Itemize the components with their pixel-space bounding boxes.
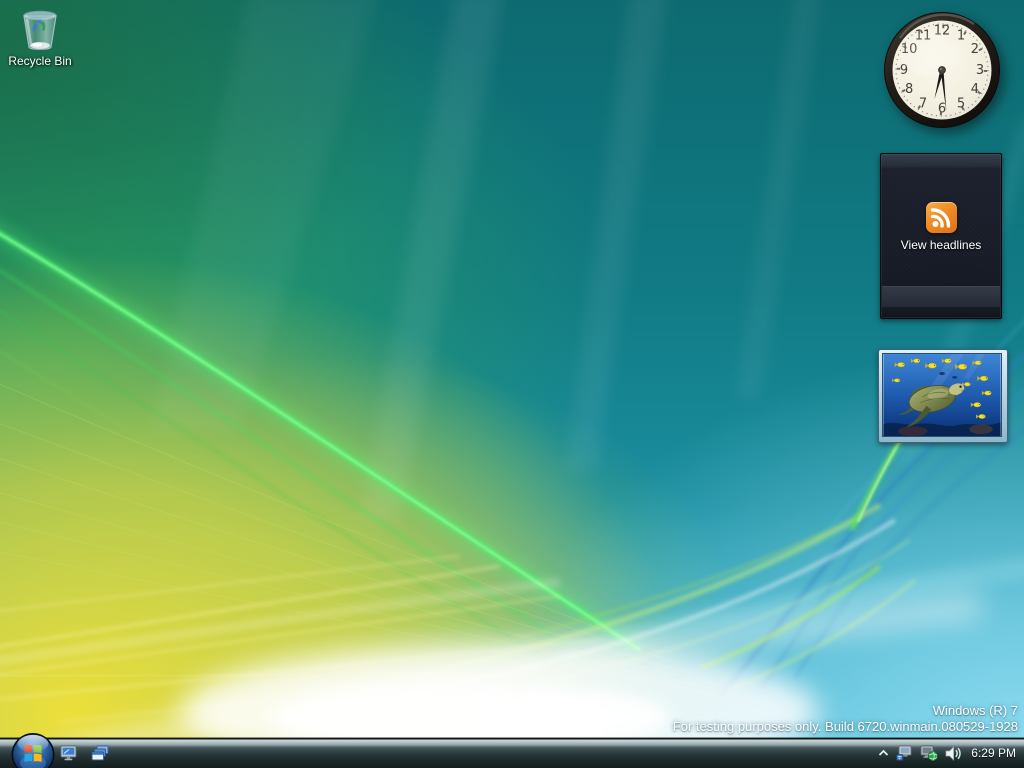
show-desktop-button[interactable] <box>58 742 80 764</box>
switch-windows-icon <box>91 745 109 761</box>
watermark-line1: Windows (R) 7 <box>932 703 1018 718</box>
tray-volume-button[interactable] <box>945 745 962 761</box>
svg-text:2: 2 <box>971 42 979 57</box>
wallpaper-aurora <box>0 0 1024 768</box>
svg-text:6: 6 <box>938 102 946 117</box>
svg-text:5: 5 <box>957 97 965 112</box>
rss-icon <box>926 202 957 233</box>
feed-gadget-label[interactable]: View headlines <box>881 238 1001 252</box>
volume-speaker-icon <box>945 745 961 761</box>
show-desktop-icon <box>60 745 77 760</box>
switch-windows-button[interactable] <box>89 742 111 764</box>
recycle-bin-icon <box>23 10 57 50</box>
windows-orb-icon <box>11 733 55 768</box>
svg-text:4: 4 <box>971 82 979 97</box>
watermark-line2: For testing purposes only. Build 6720.wi… <box>672 719 1018 734</box>
tray-network-button[interactable] <box>920 745 939 761</box>
tray-device-button[interactable] <box>896 745 913 761</box>
desktop-icon-label: Recycle Bin <box>8 54 72 68</box>
analog-clock-icon: 12 1 2 3 4 5 6 7 8 9 10 11 <box>884 12 1000 128</box>
network-globe-icon <box>920 745 939 761</box>
start-button[interactable] <box>10 733 56 768</box>
computer-device-icon <box>896 745 912 761</box>
svg-text:7: 7 <box>919 97 927 112</box>
gadget-footer-bar <box>882 286 1000 307</box>
quick-launch-area <box>58 742 111 764</box>
slideshow-photo-sea-turtle <box>882 353 1002 437</box>
desktop[interactable]: Recycle Bin 12 1 2 3 4 5 6 7 8 9 10 11 V… <box>0 0 1024 768</box>
taskbar-clock[interactable]: 6:29 PM <box>969 746 1016 760</box>
svg-text:8: 8 <box>905 82 913 97</box>
tray-expand-button[interactable] <box>878 749 889 757</box>
svg-text:1: 1 <box>957 29 965 44</box>
system-tray: 6:29 PM <box>878 738 1024 768</box>
svg-text:3: 3 <box>976 63 984 78</box>
taskbar[interactable]: 6:29 PM <box>0 733 1024 768</box>
desktop-icon-recycle-bin[interactable]: Recycle Bin <box>6 5 74 68</box>
gadget-footer-base <box>882 307 1000 317</box>
build-watermark: Windows (R) 7 For testing purposes only.… <box>673 703 1018 735</box>
chevron-up-icon <box>879 749 889 756</box>
gadget-slideshow[interactable] <box>878 349 1008 443</box>
gadget-clock[interactable]: 12 1 2 3 4 5 6 7 8 9 10 11 <box>880 8 1004 132</box>
gadget-feed-headlines[interactable]: View headlines <box>880 153 1002 319</box>
